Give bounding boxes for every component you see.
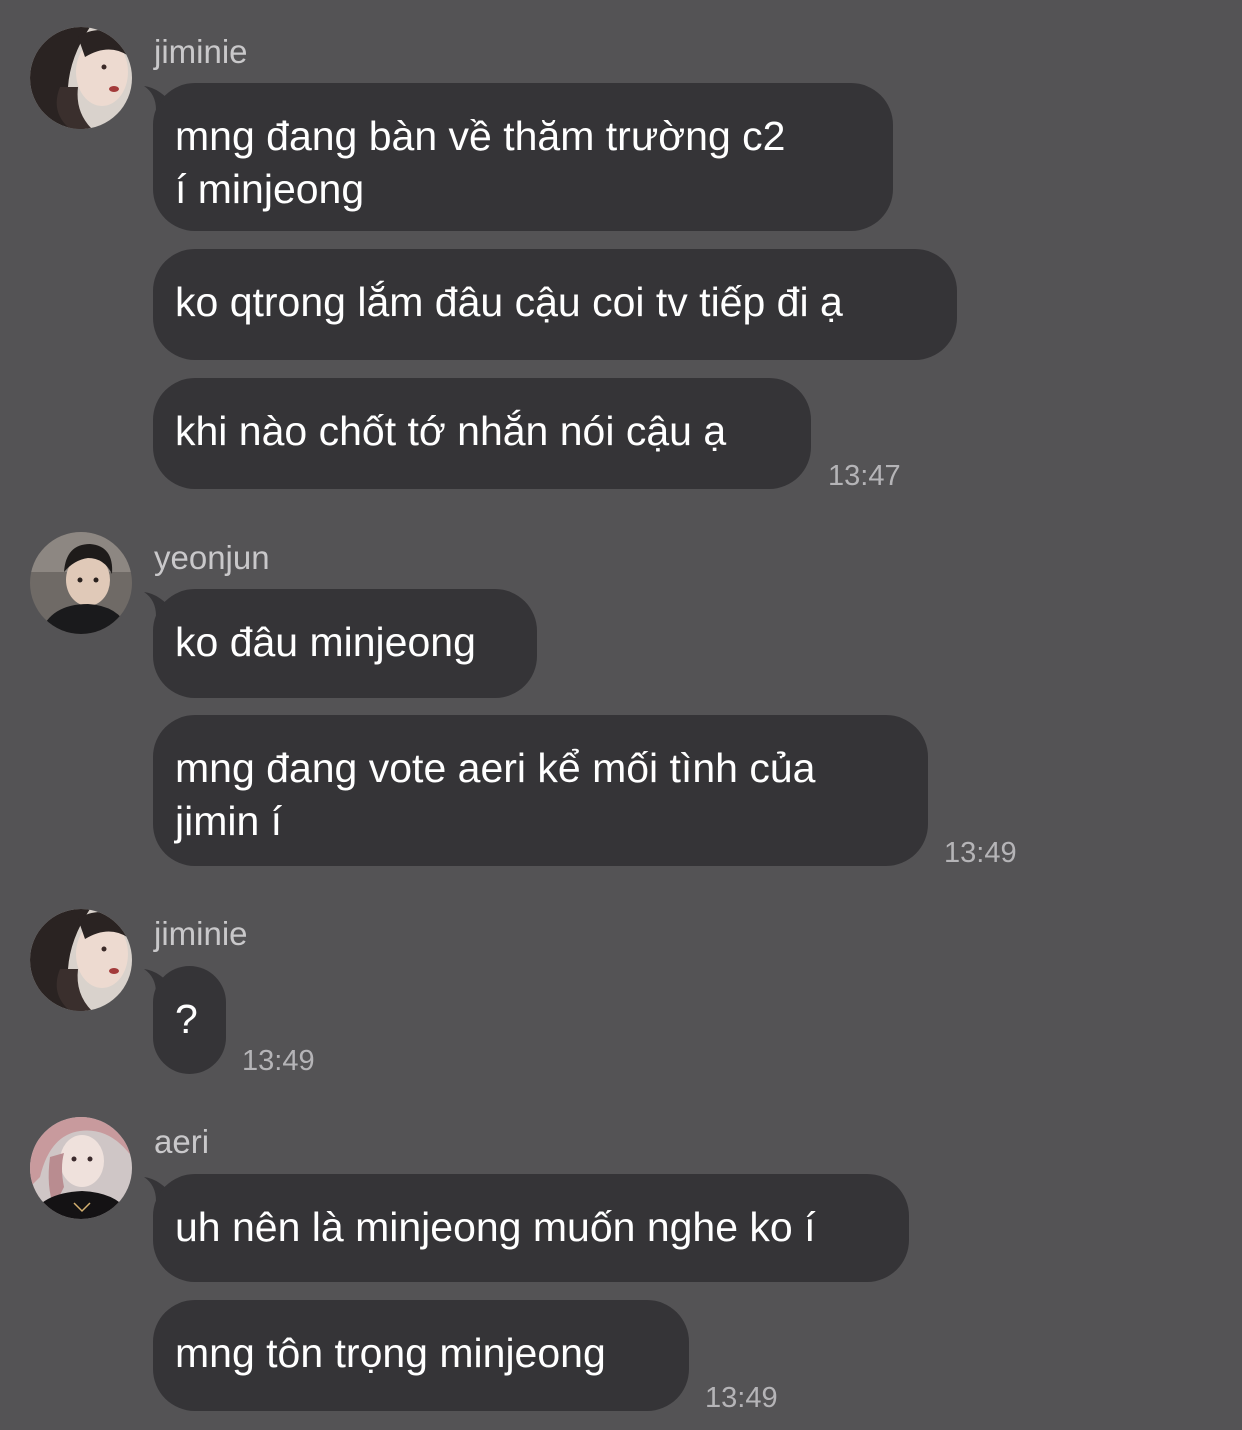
message-bubble[interactable]: uh nên là minjeong muốn nghe ko í (153, 1174, 909, 1282)
message-bubble[interactable]: khi nào chốt tớ nhắn nói cậu ạ (153, 378, 811, 489)
message-timestamp: 13:49 (705, 1382, 778, 1414)
message-timestamp: 13:47 (828, 460, 901, 492)
message-timestamp: 13:49 (944, 837, 1017, 869)
message-bubble[interactable]: mng tôn trọng minjeong (153, 1300, 689, 1411)
message-bubble[interactable]: ko qtrong lắm đâu cậu coi tv tiếp đi ạ (153, 249, 957, 360)
message-timestamp: 13:49 (242, 1045, 315, 1077)
sender-name: yeonjun (154, 539, 270, 576)
avatar-aeri[interactable] (30, 1117, 132, 1219)
sender-name: aeri (154, 1123, 210, 1160)
sender-name: jiminie (154, 915, 248, 952)
avatar-yeonjun[interactable] (30, 532, 132, 634)
avatar-jiminie[interactable] (30, 909, 132, 1011)
message-bubble[interactable]: ? (153, 966, 226, 1074)
message-bubble[interactable]: mng đang vote aeri kể mối tình của jimin… (153, 715, 928, 866)
sender-name: jiminie (154, 33, 248, 70)
message-bubble[interactable]: mng đang bàn về thăm trường c2 í minjeon… (153, 83, 893, 231)
message-bubble[interactable]: ko đâu minjeong (153, 589, 537, 698)
avatar-jiminie[interactable] (30, 27, 132, 129)
